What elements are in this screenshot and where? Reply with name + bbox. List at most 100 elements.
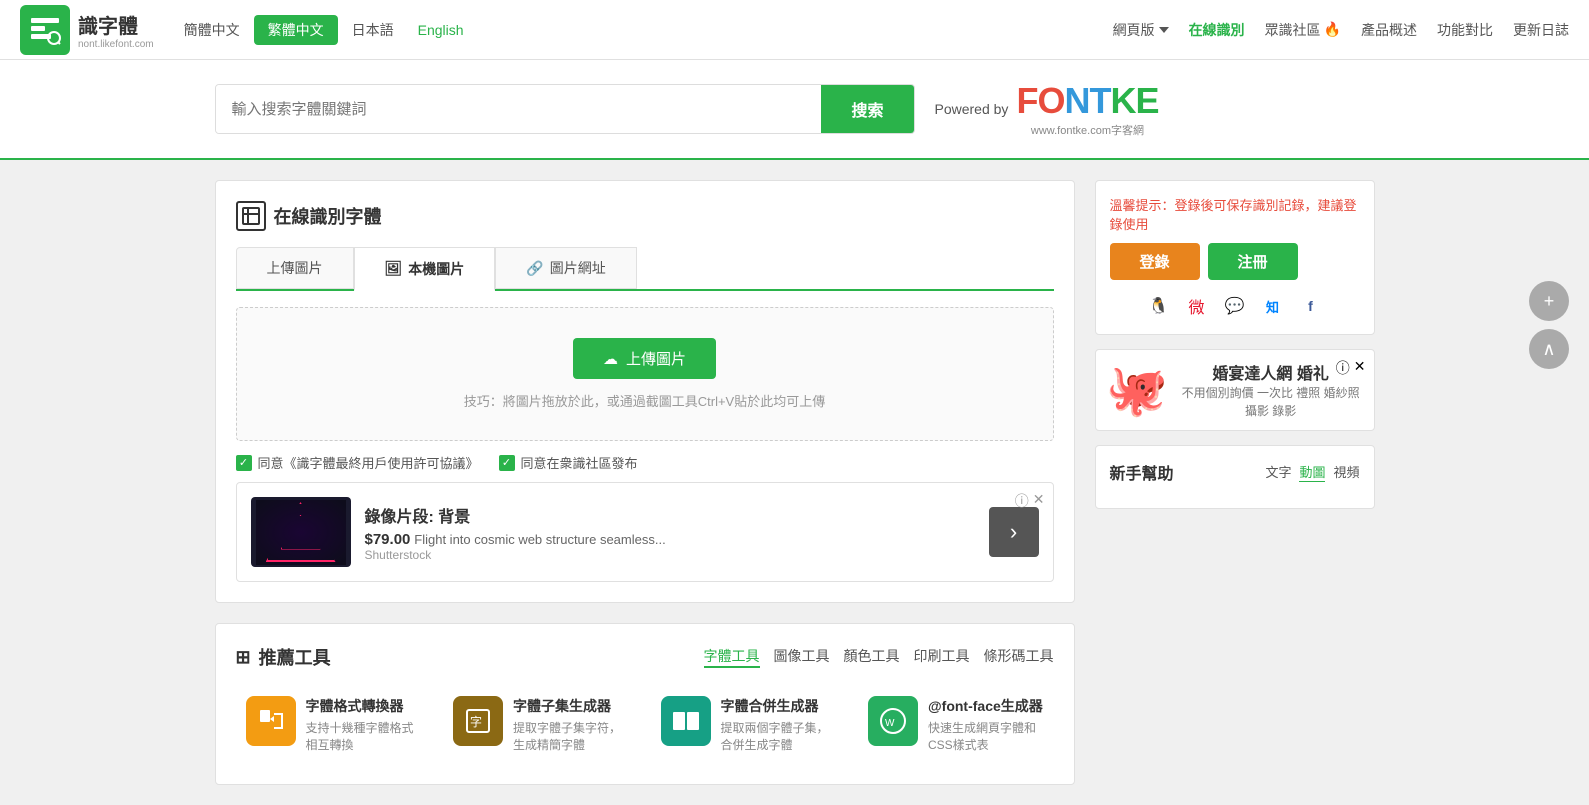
link-icon: 🔗 xyxy=(526,260,543,277)
tool-card-fontface[interactable]: W @font-face生成器 快速生成網頁字體和CSS樣式表 xyxy=(858,686,1054,764)
ad-close-icon-right[interactable]: ✕ xyxy=(1354,358,1366,378)
ad-close-icon[interactable]: ✕ xyxy=(1033,491,1045,511)
checkbox-checked-icon: ✓ xyxy=(236,455,252,471)
powered-by: Powered by FONTKE www.fontke.com字客網 xyxy=(935,80,1159,138)
tool-info-converter: 字體格式轉換器 支持十幾種字體格式相互轉換 xyxy=(306,696,422,754)
social-qq-icon[interactable]: 🐧 xyxy=(1145,292,1173,320)
nav-compare[interactable]: 功能對比 xyxy=(1437,20,1493,40)
ad-arrow-button[interactable]: › xyxy=(989,507,1039,557)
tool-icon-subset: 字 xyxy=(453,696,503,746)
image-icon: 🖼 xyxy=(385,260,403,277)
tools-nav-image[interactable]: 圖像工具 xyxy=(774,646,830,668)
fire-icon: 🔥 xyxy=(1324,21,1341,38)
fontke-logo: FONTKE www.fontke.com字客網 xyxy=(1016,80,1158,138)
ad-content: 錄像片段: 背景 $79.00 Flight into cosmic web s… xyxy=(365,503,975,562)
tool-info-fontface: @font-face生成器 快速生成網頁字體和CSS樣式表 xyxy=(928,696,1044,754)
octopus-icon: 🐙 xyxy=(1106,361,1168,420)
help-header: 新手幫助 文字 動圖 視頻 xyxy=(1110,460,1360,484)
help-tabs: 文字 動圖 視頻 xyxy=(1265,462,1359,482)
lang-english[interactable]: English xyxy=(408,18,474,42)
register-button[interactable]: 注冊 xyxy=(1208,243,1298,280)
ad-info-icon[interactable]: ⓘ xyxy=(1015,491,1029,511)
lang-japanese[interactable]: 日本語 xyxy=(342,16,404,44)
content-right: 溫馨提示：登錄後可保存識別記錄，建議登錄使用 登錄 注冊 🐧 微 💬 知 f ⓘ… xyxy=(1095,180,1375,785)
svg-text:W: W xyxy=(885,718,895,729)
tab-local[interactable]: 🖼 本機圖片 xyxy=(354,247,496,291)
tools-section: ⊞ 推薦工具 字體工具 圖像工具 顏色工具 印刷工具 條形碼工具 xyxy=(215,623,1075,785)
main-nav: 網頁版 在線識別 眾識社區 🔥 產品概述 功能對比 更新日誌 xyxy=(1113,20,1569,40)
tools-nav-font[interactable]: 字體工具 xyxy=(704,646,760,668)
recognition-tabs: 上傳圖片 🖼 本機圖片 🔗 圖片網址 xyxy=(236,247,1054,291)
float-plus-button[interactable]: + xyxy=(1529,281,1569,321)
search-box: 搜索 xyxy=(215,84,915,134)
tool-icon-merge xyxy=(661,696,711,746)
ad-art xyxy=(256,500,346,565)
lang-traditional[interactable]: 繁體中文 xyxy=(254,15,338,45)
help-tab-text[interactable]: 文字 xyxy=(1265,462,1291,482)
tool-icon-fontface: W xyxy=(868,696,918,746)
lang-simplified[interactable]: 簡體中文 xyxy=(174,16,250,44)
svg-text:字: 字 xyxy=(470,714,482,729)
tools-grid: 字體格式轉換器 支持十幾種字體格式相互轉換 字 字體子集生成器 提取字體子集字符… xyxy=(236,686,1054,764)
sidebar-help: 新手幫助 文字 動圖 視頻 xyxy=(1095,445,1375,509)
upload-button[interactable]: ☁ 上傳圖片 xyxy=(573,338,716,379)
ad-thumbnail xyxy=(251,497,351,567)
nav-online-recognition[interactable]: 在線識別 xyxy=(1189,20,1245,40)
social-facebook-icon[interactable]: f xyxy=(1297,292,1325,320)
tool-icon-converter xyxy=(246,696,296,746)
checkbox-community[interactable]: ✓ 同意在衆識社區發布 xyxy=(499,453,638,472)
header: 識字體 nont.likefont.com 簡體中文 繁體中文 日本語 Engl… xyxy=(0,0,1589,60)
tab-upload[interactable]: 上傳圖片 xyxy=(236,247,354,289)
social-wechat-icon[interactable]: 💬 xyxy=(1221,292,1249,320)
floating-buttons: + ∧ xyxy=(1529,281,1569,369)
search-container: 搜索 Powered by FONTKE www.fontke.com字客網 xyxy=(195,80,1395,138)
nav-lang: 簡體中文 繁體中文 日本語 English xyxy=(174,15,474,45)
recognition-panel: 在線識別字體 上傳圖片 🖼 本機圖片 🔗 圖片網址 ☁ 上傳圖片 xyxy=(215,180,1075,603)
sidebar-ad-content: 🐙 婚宴達人網 婚礼 不用個別詢價 一次比 禮照 婚紗照 攝影 錄影 xyxy=(1106,360,1364,420)
checkbox-checked-icon-2: ✓ xyxy=(499,455,515,471)
help-tab-gif[interactable]: 動圖 xyxy=(1299,462,1325,482)
nav-products[interactable]: 產品概述 xyxy=(1361,20,1417,40)
checkbox-license[interactable]: ✓ 同意《識字體最終用戶使用許可協議》 xyxy=(236,453,479,472)
tool-card-merge[interactable]: 字體合併生成器 提取兩個字體子集，合併生成字體 xyxy=(651,686,847,764)
tool-card-converter[interactable]: 字體格式轉換器 支持十幾種字體格式相互轉換 xyxy=(236,686,432,764)
search-input[interactable] xyxy=(216,85,822,133)
social-weibo-icon[interactable]: 微 xyxy=(1183,292,1211,320)
sidebar-ad: ⓘ ✕ 🐙 婚宴達人網 婚礼 不用個別詢價 一次比 禮照 婚紗照 攝影 錄影 xyxy=(1095,349,1375,431)
logo: 識字體 nont.likefont.com xyxy=(20,5,154,55)
tools-header: ⊞ 推薦工具 字體工具 圖像工具 顏色工具 印刷工具 條形碼工具 xyxy=(236,644,1054,670)
panel-title: 在線識別字體 xyxy=(236,201,1054,231)
login-buttons: 登錄 注冊 xyxy=(1110,243,1360,280)
main-content: 在線識別字體 上傳圖片 🖼 本機圖片 🔗 圖片網址 ☁ 上傳圖片 xyxy=(195,180,1395,785)
tools-nav: 字體工具 圖像工具 顏色工具 印刷工具 條形碼工具 xyxy=(704,646,1054,668)
checkbox-row: ✓ 同意《識字體最終用戶使用許可協議》 ✓ 同意在衆識社區發布 xyxy=(236,453,1054,472)
tools-title: ⊞ 推薦工具 xyxy=(236,644,331,670)
tool-card-subset[interactable]: 字 字體子集生成器 提取字體子集字符，生成精簡字體 xyxy=(443,686,639,764)
ad-badge: ⓘ ✕ xyxy=(1336,358,1366,378)
tools-nav-color[interactable]: 顏色工具 xyxy=(844,646,900,668)
social-icons: 🐧 微 💬 知 f xyxy=(1110,292,1360,320)
login-button[interactable]: 登錄 xyxy=(1110,243,1200,280)
nav-updates[interactable]: 更新日誌 xyxy=(1513,20,1569,40)
upload-icon: ☁ xyxy=(603,350,618,368)
search-button[interactable]: 搜索 xyxy=(821,85,913,133)
search-area: 搜索 Powered by FONTKE www.fontke.com字客網 xyxy=(0,60,1589,160)
ad-banner: ⓘ ✕ 錄像片段: 背景 $79.00 Flight into cosmic w… xyxy=(236,482,1054,582)
tool-info-subset: 字體子集生成器 提取字體子集字符，生成精簡字體 xyxy=(513,696,629,754)
tab-url[interactable]: 🔗 圖片網址 xyxy=(495,247,636,289)
ad-info-icon-right[interactable]: ⓘ xyxy=(1336,358,1350,378)
nav-webpage[interactable]: 網頁版 xyxy=(1113,20,1169,40)
social-zhihu-icon[interactable]: 知 xyxy=(1259,292,1287,320)
help-tab-video[interactable]: 視頻 xyxy=(1333,462,1359,482)
logo-text: 識字體 nont.likefont.com xyxy=(78,10,154,50)
nav-community[interactable]: 眾識社區 🔥 xyxy=(1265,20,1341,40)
float-up-button[interactable]: ∧ xyxy=(1529,329,1569,369)
sidebar-login: 溫馨提示：登錄後可保存識別記錄，建議登錄使用 登錄 注冊 🐧 微 💬 知 f xyxy=(1095,180,1375,335)
tools-nav-barcode[interactable]: 條形碼工具 xyxy=(984,646,1054,668)
tool-info-merge: 字體合併生成器 提取兩個字體子集，合併生成字體 xyxy=(721,696,837,754)
dropdown-arrow-icon xyxy=(1159,27,1169,33)
upload-area[interactable]: ☁ 上傳圖片 技巧：將圖片拖放於此，或通過截圖工具Ctrl+V貼於此均可上傳 xyxy=(236,307,1054,441)
logo-icon xyxy=(20,5,70,55)
content-left: 在線識別字體 上傳圖片 🖼 本機圖片 🔗 圖片網址 ☁ 上傳圖片 xyxy=(215,180,1075,785)
tools-nav-print[interactable]: 印刷工具 xyxy=(914,646,970,668)
